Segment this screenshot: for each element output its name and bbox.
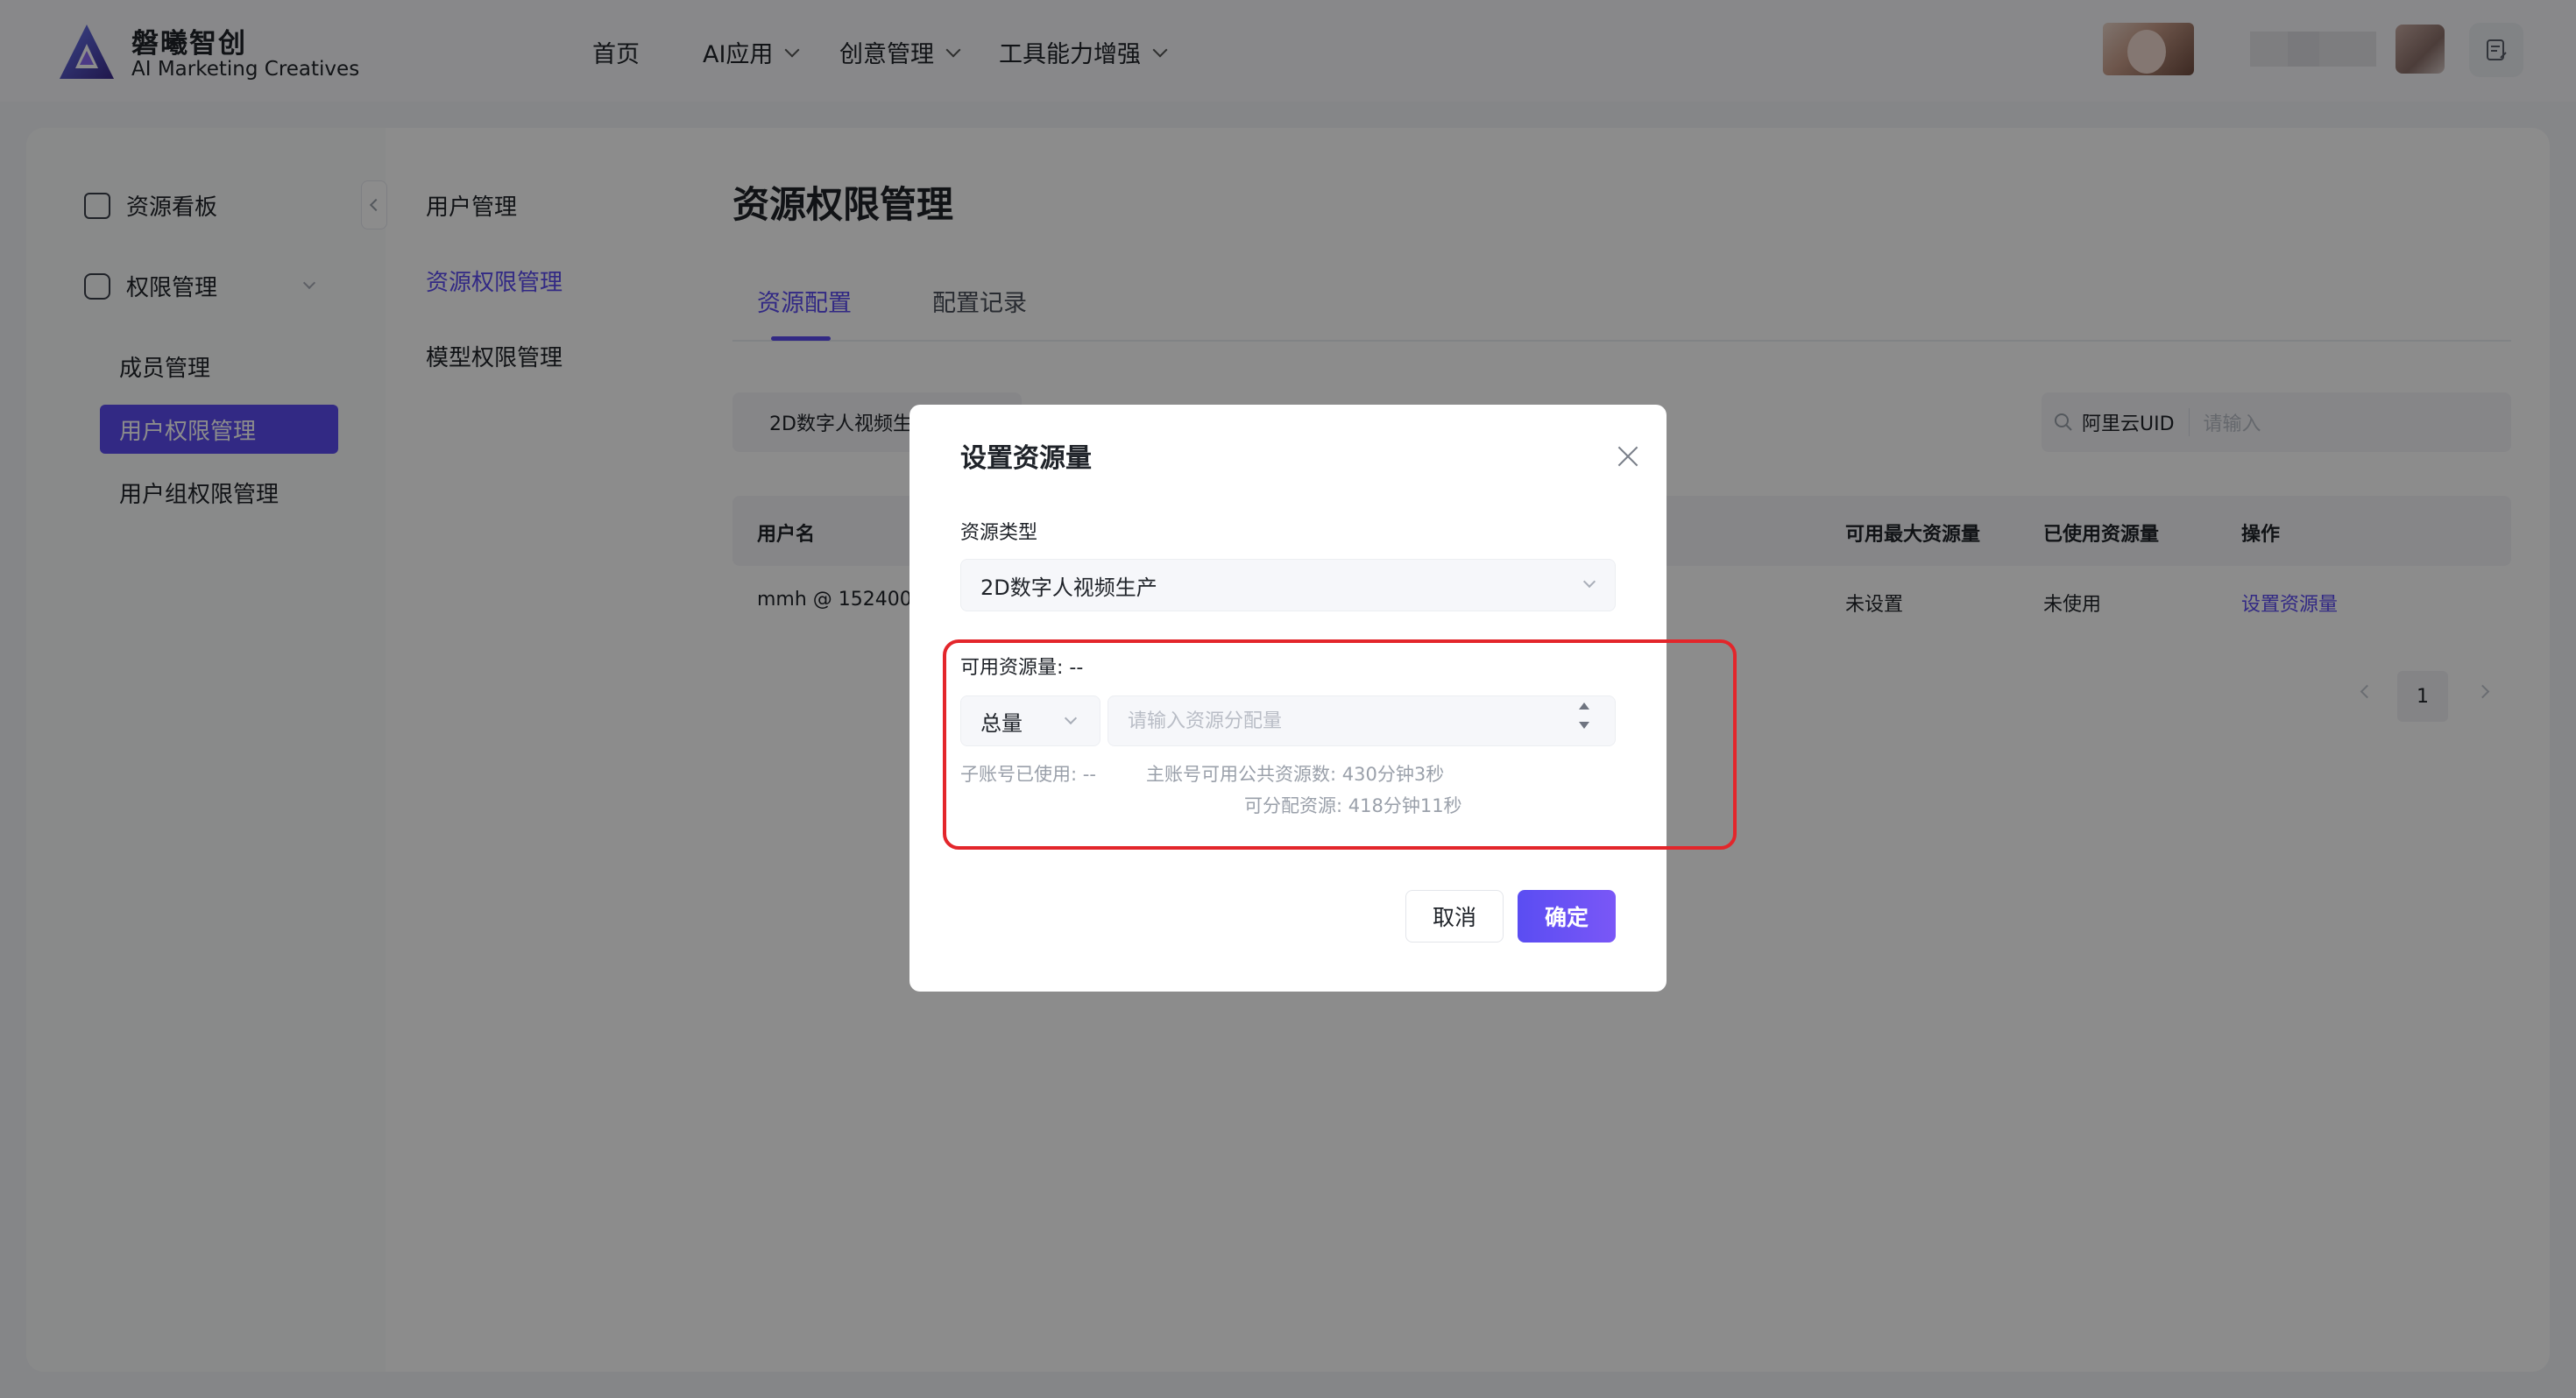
confirm-button[interactable]: 确定 [1518, 890, 1616, 943]
close-icon[interactable] [1610, 440, 1645, 475]
cancel-button[interactable]: 取消 [1405, 890, 1504, 943]
highlight-annotation-box [943, 639, 1737, 850]
resource-type-select[interactable]: 2D数字人视频生产 [960, 559, 1616, 611]
resource-type-label: 资源类型 [960, 522, 1038, 544]
dialog-title: 设置资源量 [960, 443, 1092, 474]
chevron-down-icon [1582, 575, 1596, 589]
resource-type-value: 2D数字人视频生产 [980, 575, 1157, 600]
